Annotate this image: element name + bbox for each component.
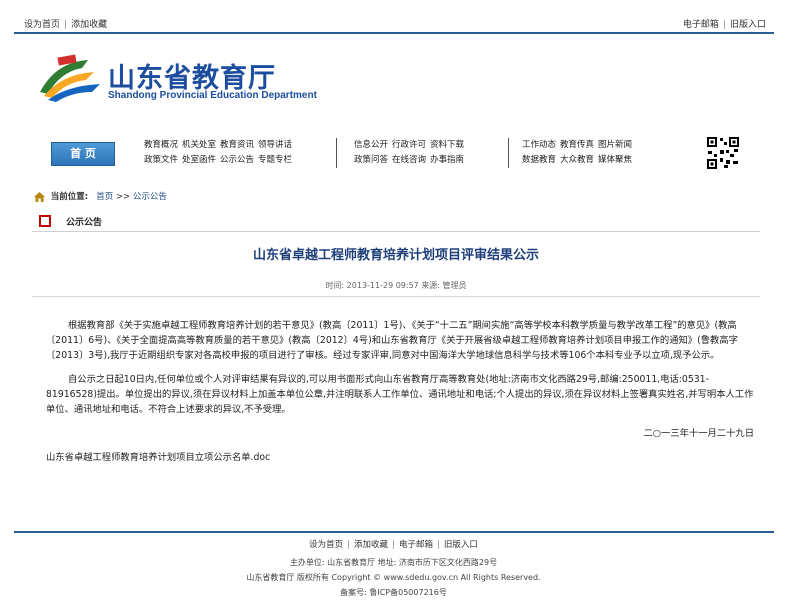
section-header: 公示公告: [32, 211, 760, 232]
article-body: 根据教育部《关于实施卓越工程师教育培养计划的若干意见》(教高〔2011〕1号)、…: [46, 318, 754, 474]
nav-item[interactable]: 教育传真: [560, 140, 594, 150]
nav-item[interactable]: 教育资讯: [220, 140, 254, 150]
article-paragraph: 根据教育部《关于实施卓越工程师教育培养计划的若干意见》(教高〔2011〕1号)、…: [46, 320, 738, 361]
home-button[interactable]: 首 页: [51, 142, 115, 166]
meta-divider: [32, 296, 760, 297]
nav-item[interactable]: 数据教育: [522, 155, 556, 165]
home-icon: [34, 191, 45, 202]
qr-code-icon: [706, 136, 740, 170]
section-marker-icon: [39, 215, 51, 227]
nav-item[interactable]: 公示公告: [220, 155, 254, 165]
nav-item[interactable]: 机关处室: [182, 140, 216, 150]
top-bar: 设为首页 | 添加收藏 电子邮箱 | 旧版入口: [14, 8, 774, 34]
footer-old-site-link[interactable]: 旧版入口: [444, 540, 478, 550]
nav-item[interactable]: 图片新闻: [598, 140, 632, 150]
add-favorite-link[interactable]: 添加收藏: [71, 20, 107, 30]
nav-item[interactable]: 工作动态: [522, 140, 556, 150]
section-title: 公示公告: [66, 218, 103, 228]
attachment-link[interactable]: 山东省卓越工程师教育培养计划项目立项公示名单.doc: [46, 450, 754, 465]
nav-group-2: 信息公开 行政许可 资料下载 政策问答 在线咨询 办事指南: [354, 138, 468, 168]
breadcrumb-home-link[interactable]: 首页: [96, 192, 113, 202]
nav-item[interactable]: 资料下载: [430, 140, 464, 150]
article-paragraph: 自公示之日起10日内,任何单位或个人对评审结果有异议的,可以用书面形式向山东省教…: [46, 374, 754, 415]
footer-divider: [14, 531, 774, 533]
top-links-right: 电子邮箱 | 旧版入口: [682, 20, 766, 30]
nav-divider: [336, 138, 337, 168]
breadcrumb-current[interactable]: 公示公告: [133, 192, 167, 202]
nav-group-3: 工作动态 教育传真 图片新闻 数据教育 大众教育 媒体聚焦: [522, 138, 636, 168]
nav-item[interactable]: 大众教育: [560, 155, 594, 165]
main-nav: 首 页 教育概况 机关处室 教育资讯 领导讲话 政策文件 处室函件 公示公告 专题专栏 信息…: [14, 130, 774, 178]
breadcrumb-separator: >>: [115, 192, 131, 202]
footer-email-link[interactable]: 电子邮箱: [399, 540, 433, 550]
nav-group-1: 教育概况 机关处室 教育资讯 领导讲话 政策文件 处室函件 公示公告 专题专栏: [144, 138, 296, 168]
nav-item[interactable]: 处室函件: [182, 155, 216, 165]
site-subtitle: Shandong Provincial Education Department: [108, 90, 317, 101]
old-site-link[interactable]: 旧版入口: [730, 20, 766, 30]
site-header: 山东省教育厅 Shandong Provincial Education Dep…: [14, 34, 774, 120]
nav-divider: [508, 138, 509, 168]
article-meta: 时间: 2013-11-29 09:57 来源: 管理员: [325, 281, 467, 290]
education-department-logo-icon: [40, 54, 100, 102]
footer-copyright: 山东省教育厅 版权所有 Copyright © www.sdedu.gov.cn…: [246, 573, 541, 582]
nav-item[interactable]: 政策问答: [354, 155, 388, 165]
set-home-link[interactable]: 设为首页: [24, 20, 60, 30]
footer-set-home-link[interactable]: 设为首页: [309, 540, 343, 550]
nav-item[interactable]: 媒体聚焦: [598, 155, 632, 165]
top-links-left: 设为首页 | 添加收藏: [24, 20, 108, 30]
footer-links: 设为首页 | 添加收藏 | 电子邮箱 | 旧版入口: [309, 540, 478, 550]
footer-sponsor: 主办单位: 山东省教育厅 地址: 济南市历下区文化西路29号: [289, 558, 498, 567]
footer-icp: 备案号: 鲁ICP备05007216号: [340, 588, 447, 597]
nav-item[interactable]: 教育概况: [144, 140, 178, 150]
nav-item[interactable]: 领导讲话: [258, 140, 292, 150]
nav-item[interactable]: 专题专栏: [258, 155, 292, 165]
breadcrumb-label: 当前位置:: [50, 192, 89, 202]
nav-item[interactable]: 行政许可: [392, 140, 426, 150]
footer-add-favorite-link[interactable]: 添加收藏: [354, 540, 388, 550]
nav-item[interactable]: 政策文件: [144, 155, 178, 165]
article-title: 山东省卓越工程师教育培养计划项目评审结果公示: [252, 248, 539, 263]
breadcrumb: 当前位置: 首页 >> 公示公告: [34, 190, 167, 202]
email-link[interactable]: 电子邮箱: [683, 20, 719, 30]
nav-item[interactable]: 在线咨询: [392, 155, 426, 165]
nav-item[interactable]: 信息公开: [354, 140, 388, 150]
nav-item[interactable]: 办事指南: [430, 155, 464, 165]
article-date: 二○一三年十一月二十九日: [643, 428, 754, 439]
